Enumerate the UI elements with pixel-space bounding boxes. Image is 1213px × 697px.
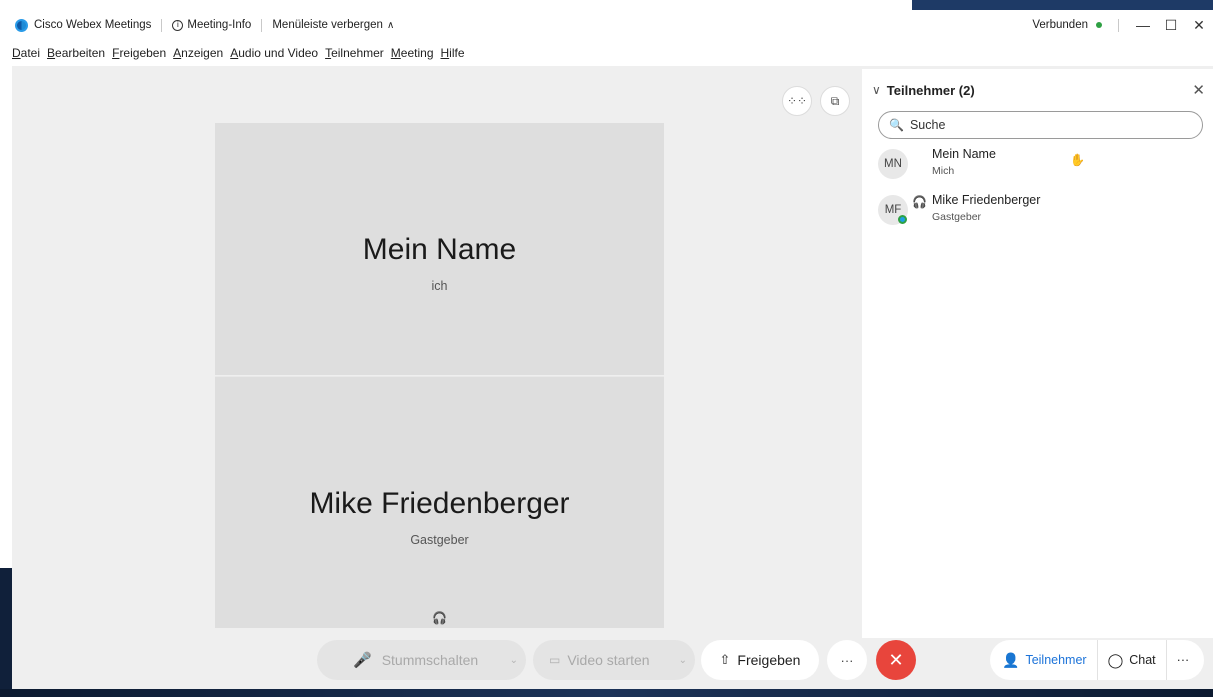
chat-toggle-button[interactable]: ◯ Chat bbox=[1098, 640, 1167, 680]
menu-hilfe[interactable]: Hilfe bbox=[441, 46, 465, 60]
participants-toggle-button[interactable]: 👤 Teilnehmer bbox=[990, 640, 1098, 680]
video-tile-host: Mike Friedenberger Gastgeber 🎧 bbox=[215, 376, 664, 628]
menu-teilnehmer[interactable]: Teilnehmer bbox=[325, 46, 384, 60]
popout-button[interactable]: ⧉ bbox=[820, 86, 850, 116]
hide-menubar-button[interactable]: Menüleiste verbergen ∧ bbox=[272, 19, 394, 31]
connection-status: Verbunden bbox=[1032, 19, 1088, 31]
raise-hand-icon[interactable]: ✋ bbox=[1070, 153, 1085, 167]
participant-name: Mein Name bbox=[932, 147, 996, 161]
avatar: MN bbox=[878, 149, 908, 179]
menu-datei[interactable]: Datei bbox=[12, 46, 40, 60]
maximize-button[interactable]: ☐ bbox=[1157, 17, 1185, 34]
panel-toggle-group: 👤 Teilnehmer ◯ Chat ··· bbox=[990, 640, 1204, 680]
mute-button[interactable]: 🎤 Stummschalten ⌄ bbox=[317, 640, 526, 680]
title-bar: Cisco Webex Meetings i Meeting-Info Menü… bbox=[12, 10, 1213, 40]
tile-name: Mike Friedenberger bbox=[309, 487, 570, 520]
video-stage: ⁘⁘ ⧉ Mein Name ich Mike Friedenberger Ga… bbox=[12, 66, 862, 689]
menu-bar: Datei Bearbeiten Freigeben Anzeigen Audi… bbox=[12, 40, 1213, 66]
app-title: Cisco Webex Meetings bbox=[34, 19, 152, 31]
meeting-controls: 🎤 Stummschalten ⌄ ▭ Video starten ⌄ ⇧ Fr… bbox=[12, 638, 1213, 682]
more-options-button[interactable]: ··· bbox=[827, 640, 867, 680]
tile-name: Mein Name bbox=[362, 233, 517, 266]
start-video-button[interactable]: ▭ Video starten ⌄ bbox=[533, 640, 695, 680]
popout-icon: ⧉ bbox=[830, 93, 840, 108]
mute-options-chevron[interactable]: ⌄ bbox=[510, 655, 518, 666]
end-call-button[interactable]: ✕ bbox=[876, 640, 916, 680]
search-icon: 🔍 bbox=[889, 118, 904, 132]
video-options-chevron[interactable]: ⌄ bbox=[679, 655, 687, 666]
headset-icon: 🎧 bbox=[912, 195, 927, 209]
menu-audio-video[interactable]: Audio und Video bbox=[230, 46, 318, 60]
menu-bearbeiten[interactable]: Bearbeiten bbox=[47, 46, 105, 60]
chevron-down-icon[interactable]: ∨ bbox=[872, 83, 881, 97]
desktop-background bbox=[912, 0, 1213, 10]
tile-role: Gastgeber bbox=[410, 533, 469, 547]
participant-role: Mich bbox=[932, 165, 955, 177]
close-icon[interactable]: ✕ bbox=[1192, 81, 1205, 99]
participants-panel: ∨ Teilnehmer (2) ✕ 🔍 MN Mein Name Mich ✋… bbox=[862, 69, 1213, 638]
participant-search: 🔍 bbox=[878, 111, 1203, 139]
participant-role: Gastgeber bbox=[932, 211, 982, 223]
chevron-up-icon: ∧ bbox=[386, 19, 395, 31]
microphone-icon: 🎤 bbox=[353, 652, 372, 669]
menu-anzeigen[interactable]: Anzeigen bbox=[173, 46, 223, 60]
grid-layout-button[interactable]: ⁘⁘ bbox=[782, 86, 812, 116]
menu-meeting[interactable]: Meeting bbox=[391, 46, 434, 60]
info-icon: i bbox=[172, 19, 184, 31]
grid-layout-icon: ⁘⁘ bbox=[786, 94, 808, 108]
avatar: MF bbox=[878, 195, 908, 225]
participant-row[interactable]: MN Mein Name Mich ✋ bbox=[862, 145, 1213, 185]
participants-icon: 👤 bbox=[1002, 651, 1020, 668]
minimize-button[interactable]: — bbox=[1129, 17, 1157, 33]
participants-panel-header: ∨ Teilnehmer (2) ✕ bbox=[862, 69, 1213, 111]
connection-dot bbox=[1096, 22, 1102, 28]
desktop-background-left bbox=[0, 568, 12, 697]
video-tile-self: Mein Name ich bbox=[215, 123, 664, 375]
share-icon: ⇧ bbox=[719, 652, 731, 667]
participant-name: Mike Friedenberger bbox=[932, 193, 1041, 207]
video-camera-icon: ▭ bbox=[549, 653, 561, 667]
webex-status-icon bbox=[898, 215, 907, 224]
headset-icon: 🎧 bbox=[432, 611, 447, 625]
webex-window: Cisco Webex Meetings i Meeting-Info Menü… bbox=[12, 10, 1213, 689]
share-button[interactable]: ⇧ Freigeben bbox=[701, 640, 819, 680]
panel-more-button[interactable]: ··· bbox=[1167, 640, 1200, 680]
taskbar-edge bbox=[0, 689, 1213, 697]
participant-row[interactable]: MF 🎧 Mike Friedenberger Gastgeber bbox=[862, 191, 1213, 231]
panel-title: Teilnehmer (2) bbox=[886, 82, 975, 98]
close-window-button[interactable]: ✕ bbox=[1185, 17, 1213, 34]
webex-logo-icon bbox=[15, 18, 28, 32]
menu-freigeben[interactable]: Freigeben bbox=[112, 46, 166, 60]
meeting-info-button[interactable]: i Meeting-Info bbox=[172, 19, 251, 31]
chat-icon: ◯ bbox=[1107, 651, 1124, 668]
search-input[interactable] bbox=[909, 118, 1190, 132]
tile-role: ich bbox=[431, 279, 448, 293]
